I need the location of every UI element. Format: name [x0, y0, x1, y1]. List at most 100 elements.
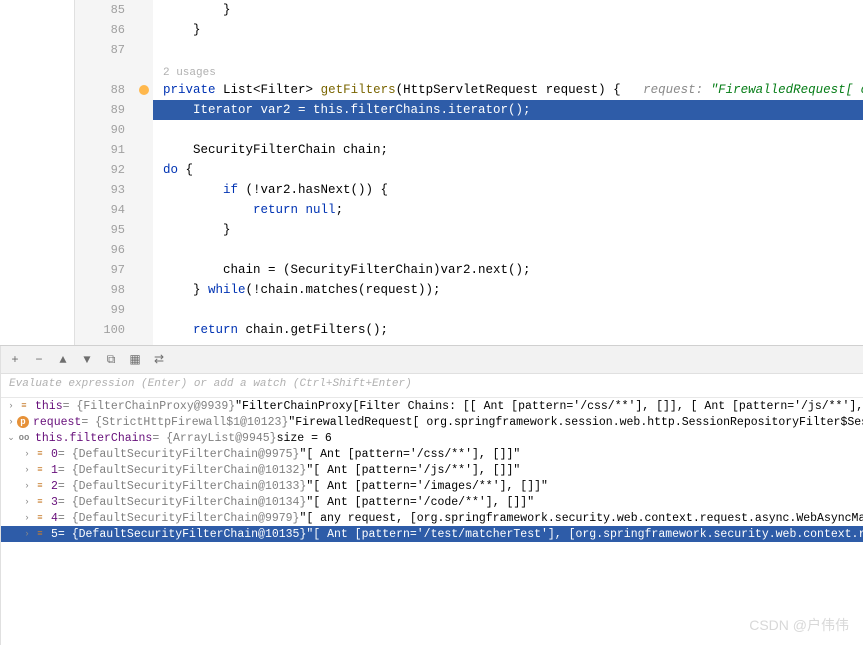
variable-type: = {DefaultSecurityFilterChain@10133}: [58, 480, 306, 493]
line-number[interactable]: 97: [75, 260, 125, 280]
down-icon[interactable]: ▼: [79, 352, 95, 368]
line-number[interactable]: 85: [75, 0, 125, 20]
code-line[interactable]: private List<Filter> getFilters(HttpServ…: [153, 80, 863, 100]
variable-row[interactable]: ›≡ 5 = {DefaultSecurityFilterChain@10135}…: [1, 526, 863, 542]
code-line[interactable]: }: [153, 220, 863, 240]
variable-row[interactable]: ›≡1 = {DefaultSecurityFilterChain@10132}…: [1, 462, 863, 478]
usages-hint[interactable]: 2 usages: [153, 60, 863, 80]
settings-icon[interactable]: ⇄: [151, 352, 167, 368]
field-icon: ≡: [33, 479, 47, 493]
expand-arrow-icon[interactable]: ›: [5, 417, 17, 427]
variable-type: = {DefaultSecurityFilterChain@9975}: [58, 448, 300, 461]
variable-type: = {ArrayList@9945}: [152, 432, 276, 445]
line-number[interactable]: 86: [75, 20, 125, 40]
line-number[interactable]: 96: [75, 240, 125, 260]
variable-row[interactable]: ›prequest = {StrictHttpFirewall$1@10123}…: [1, 414, 863, 430]
line-number[interactable]: 94: [75, 200, 125, 220]
variable-value: "FirewalledRequest[ org.springframework.…: [288, 416, 863, 429]
plus-icon[interactable]: +: [7, 352, 23, 368]
variable-value: "[ any request, [org.springframework.sec…: [299, 512, 863, 525]
line-number[interactable]: 99: [75, 300, 125, 320]
variable-name: 5: [51, 528, 58, 541]
marker-column[interactable]: [135, 0, 153, 345]
line-number-gutter[interactable]: 858687 888990919293949596979899100: [75, 0, 135, 345]
variable-value: "[ Ant [pattern='/test/matcherTest'], [o…: [306, 528, 863, 541]
variable-value: size = 6: [277, 432, 332, 445]
code-line[interactable]: do {: [153, 160, 863, 180]
code-line[interactable]: SecurityFilterChain chain;: [153, 140, 863, 160]
watch-icon: oo: [17, 431, 31, 445]
variable-type: = {DefaultSecurityFilterChain@10135}: [58, 528, 306, 541]
variable-name: 3: [51, 496, 58, 509]
line-number[interactable]: 87: [75, 40, 125, 60]
field-icon: ≡: [33, 463, 47, 477]
minus-icon[interactable]: −: [31, 352, 47, 368]
debugger-panel: ecuritork.surity.amewok.wecatalok.we.cor…: [0, 345, 863, 645]
variables-tree[interactable]: ›≡this = {FilterChainProxy@9939} "Filter…: [1, 398, 863, 645]
line-number[interactable]: [75, 60, 125, 80]
editor-area: 858687 888990919293949596979899100 } } 2 u…: [0, 0, 863, 345]
variable-type: = {StrictHttpFirewall$1@10123}: [81, 416, 288, 429]
field-icon: ≡: [17, 399, 31, 413]
variable-name: request: [33, 416, 81, 429]
variable-value: "[ Ant [pattern='/images/**'], []]": [306, 480, 548, 493]
code-line[interactable]: Iterator var2 = this.filterChains.iterat…: [153, 100, 863, 120]
variable-name: this: [35, 400, 63, 413]
expand-arrow-icon[interactable]: ›: [21, 449, 33, 459]
breakpoint-icon[interactable]: [139, 85, 149, 95]
variable-row[interactable]: ›≡4 = {DefaultSecurityFilterChain@9979} …: [1, 510, 863, 526]
evaluate-expression-input[interactable]: Evaluate expression (Enter) or add a wat…: [1, 374, 863, 398]
debugger-toolbar: + − ▲ ▼ ⧉ ▦ ⇄: [1, 346, 863, 374]
code-line[interactable]: [153, 120, 863, 140]
code-line[interactable]: }: [153, 20, 863, 40]
line-number[interactable]: 88: [75, 80, 125, 100]
expand-arrow-icon[interactable]: ›: [21, 465, 33, 475]
variable-type: = {DefaultSecurityFilterChain@9979}: [58, 512, 300, 525]
code-line[interactable]: [153, 240, 863, 260]
line-number[interactable]: 95: [75, 220, 125, 240]
variable-row[interactable]: ›≡3 = {DefaultSecurityFilterChain@10134}…: [1, 494, 863, 510]
variable-name: 2: [51, 480, 58, 493]
code-line[interactable]: return null;: [153, 200, 863, 220]
expand-arrow-icon[interactable]: ›: [21, 529, 33, 539]
field-icon: ≡: [33, 511, 47, 525]
variable-row[interactable]: ›≡0 = {DefaultSecurityFilterChain@9975} …: [1, 446, 863, 462]
field-icon: ≡: [33, 447, 47, 461]
code-line[interactable]: [153, 300, 863, 320]
line-number[interactable]: 93: [75, 180, 125, 200]
field-icon: ≡: [33, 527, 47, 541]
copy-icon[interactable]: ⧉: [103, 352, 119, 368]
field-icon: ≡: [33, 495, 47, 509]
variable-value: "[ Ant [pattern='/code/**'], []]": [306, 496, 534, 509]
variable-row[interactable]: ›≡this = {FilterChainProxy@9939} "Filter…: [1, 398, 863, 414]
up-icon[interactable]: ▲: [55, 352, 71, 368]
variable-row[interactable]: ›≡ 2 = {DefaultSecurityFilterChain@10133}…: [1, 478, 863, 494]
expand-arrow-icon[interactable]: ⌄: [5, 433, 17, 443]
line-number[interactable]: 92: [75, 160, 125, 180]
line-number[interactable]: 100: [75, 320, 125, 340]
line-number[interactable]: 91: [75, 140, 125, 160]
variable-value: "[ Ant [pattern='/css/**'], []]": [299, 448, 520, 461]
variable-name: 0: [51, 448, 58, 461]
variable-type: = {DefaultSecurityFilterChain@10132}: [58, 464, 306, 477]
variable-value: "FilterChainProxy[Filter Chains: [[ Ant …: [235, 400, 863, 413]
code-line[interactable]: } while(!chain.matches(request));: [153, 280, 863, 300]
code-line[interactable]: [153, 40, 863, 60]
code-editor[interactable]: } } 2 usagesprivate List<Filter> getFilte…: [153, 0, 863, 345]
line-number[interactable]: 89: [75, 100, 125, 120]
watermark: CSDN @户伟伟: [749, 615, 849, 635]
line-number[interactable]: 98: [75, 280, 125, 300]
code-line[interactable]: return chain.getFilters();: [153, 320, 863, 340]
expand-arrow-icon[interactable]: ›: [21, 481, 33, 491]
left-margin: [0, 0, 75, 345]
code-line[interactable]: }: [153, 0, 863, 20]
variable-row[interactable]: ⌄oothis.filterChains = {ArrayList@9945} …: [1, 430, 863, 446]
variable-value: "[ Ant [pattern='/js/**'], []]": [306, 464, 520, 477]
table-icon[interactable]: ▦: [127, 352, 143, 368]
expand-arrow-icon[interactable]: ›: [21, 513, 33, 523]
expand-arrow-icon[interactable]: ›: [21, 497, 33, 507]
line-number[interactable]: 90: [75, 120, 125, 140]
expand-arrow-icon[interactable]: ›: [5, 401, 17, 411]
code-line[interactable]: chain = (SecurityFilterChain)var2.next()…: [153, 260, 863, 280]
code-line[interactable]: if (!var2.hasNext()) {: [153, 180, 863, 200]
